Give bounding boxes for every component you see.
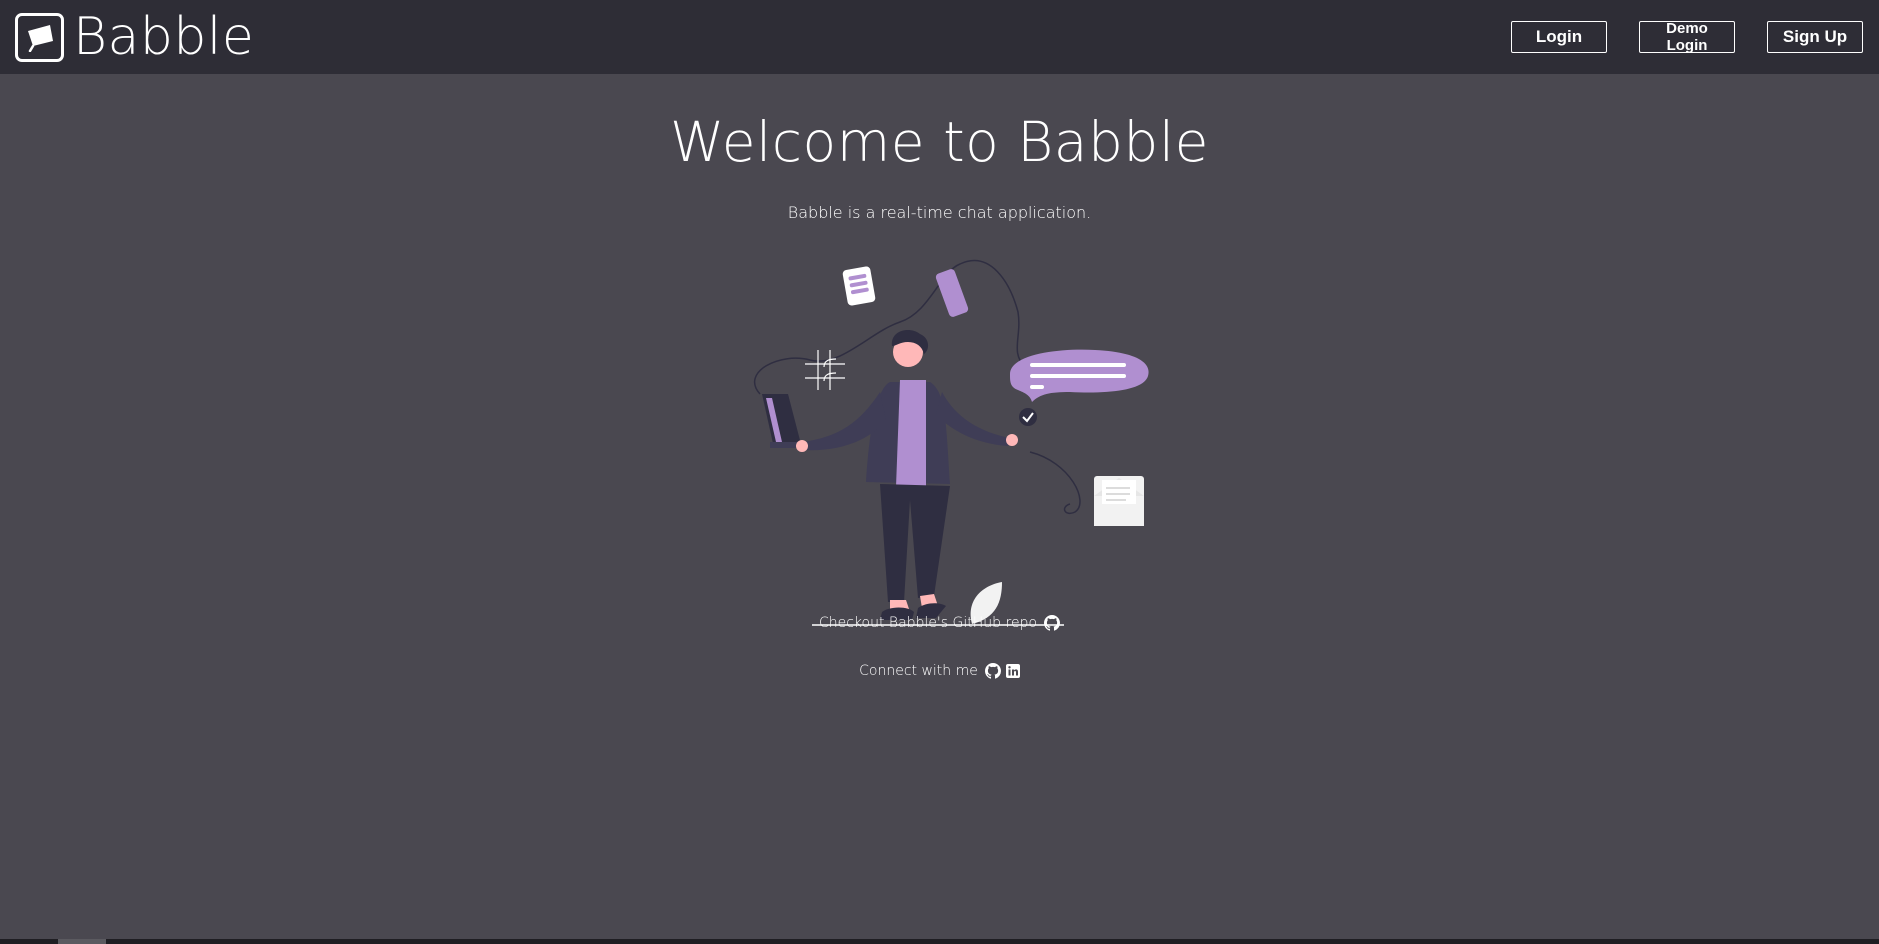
flag-icon: [15, 12, 64, 62]
github-icon[interactable]: [984, 663, 1001, 679]
navbar: Babble Login Demo Login Sign Up: [0, 0, 1879, 74]
brand-name: Babble: [73, 7, 255, 67]
login-button[interactable]: Login: [1511, 21, 1607, 53]
connect-label: Connect with me: [859, 663, 978, 679]
repo-link-row: Checkout Babble's GitHub repo: [0, 615, 1879, 631]
repo-link[interactable]: Checkout Babble's GitHub repo: [819, 615, 1037, 631]
demo-login-button[interactable]: Demo Login: [1639, 20, 1735, 54]
scrollbar-thumb[interactable]: [58, 939, 106, 944]
horizontal-scrollbar[interactable]: [0, 939, 1879, 944]
brand-link[interactable]: Babble: [15, 11, 254, 63]
linkedin-icon[interactable]: [1005, 664, 1020, 678]
page-subtitle: Babble is a real-time chat application.: [787, 203, 1092, 222]
connect-row: Connect with me: [0, 663, 1879, 679]
github-icon[interactable]: [1044, 615, 1061, 631]
document-icon: [842, 266, 876, 306]
signup-button[interactable]: Sign Up: [1767, 21, 1863, 53]
envelope-icon: [1094, 476, 1144, 526]
page-title: Welcome to Babble: [670, 110, 1209, 174]
